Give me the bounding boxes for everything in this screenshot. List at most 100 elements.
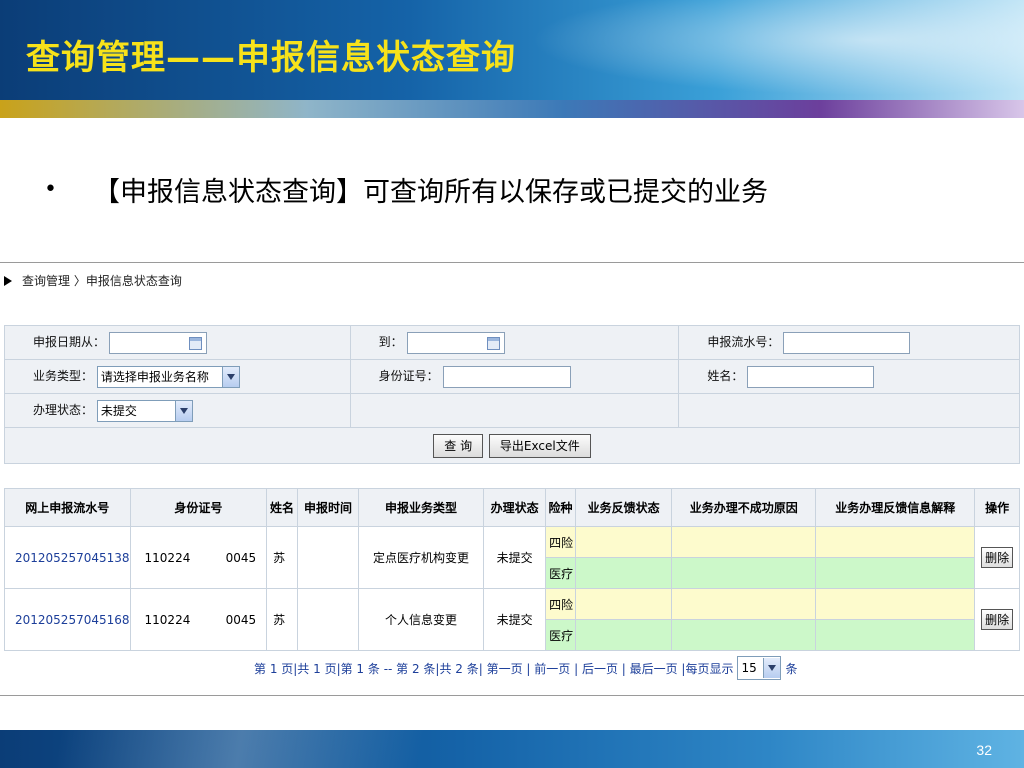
footer-shine — [0, 730, 600, 768]
bullet-text: 【申报信息状态查询】可查询所有以保存或已提交的业务 — [92, 177, 768, 208]
name-label: 姓名： — [707, 369, 744, 383]
pagination-links[interactable]: 第 1 页|共 1 页|第 1 条 -- 第 2 条|共 2 条| 第一页 | … — [254, 660, 733, 677]
chevron-down-icon[interactable] — [174, 400, 192, 421]
feedback-info-cell — [815, 619, 976, 651]
table-header-row: 网上申报流水号 身份证号 姓名 申报时间 申报业务类型 办理状态 险种 业务反馈… — [4, 488, 1020, 527]
action-cell: 删除 — [974, 588, 1020, 651]
name-cell: 姓名： — [678, 359, 1020, 394]
feedback-status-cell — [574, 557, 673, 589]
page-size-select[interactable]: 15 — [737, 656, 782, 680]
status-value: 未提交 — [100, 404, 137, 418]
header-color-strip — [0, 100, 1024, 118]
insurance-cell: 医疗 — [545, 557, 576, 589]
time-cell — [296, 526, 360, 589]
table-row: 201205257045168 110224 0045 苏 个人信息变更 未提交… — [4, 588, 1020, 651]
chevron-down-icon[interactable] — [763, 658, 781, 678]
id-cell: 110224 0045 — [129, 588, 268, 651]
id-part-a: 110224 — [144, 550, 191, 565]
biz-type-cell: 个人信息变更 — [358, 588, 485, 651]
date-to-input[interactable] — [406, 331, 505, 354]
button-row: 查 询 导出Excel文件 — [4, 427, 1020, 464]
slide-title: 查询管理——申报信息状态查询 — [26, 38, 516, 78]
header-action: 操作 — [974, 488, 1020, 527]
bullet-point: • 【申报信息状态查询】可查询所有以保存或已提交的业务 — [44, 170, 768, 209]
action-cell: 删除 — [974, 526, 1020, 589]
empty-cell — [678, 393, 1020, 428]
flow-no-cell: 申报流水号： — [678, 325, 1020, 360]
feedback-status-cell — [574, 526, 673, 558]
id-cell: 110224 0045 — [129, 526, 268, 589]
table-row: 201205257045138 110224 0045 苏 定点医疗机构变更 未… — [4, 526, 1020, 589]
insurance-cell: 医疗 — [545, 619, 576, 651]
id-label: 身份证号： — [378, 369, 439, 383]
slide-footer: 32 — [0, 730, 1024, 768]
status-select[interactable]: 未提交 — [96, 399, 193, 422]
breadcrumb: 查询管理 〉申报信息状态查询 — [4, 272, 182, 289]
flow-no-label: 申报流水号： — [707, 335, 780, 349]
insurance-cell: 四险 — [545, 588, 576, 620]
date-from-input[interactable] — [108, 331, 207, 354]
export-excel-button[interactable]: 导出Excel文件 — [488, 433, 591, 458]
triangle-right-icon — [4, 275, 12, 286]
id-part-a: 110224 — [144, 612, 191, 627]
biz-type-select[interactable]: 请选择申报业务名称 — [96, 365, 240, 388]
biz-type-value: 请选择申报业务名称 — [100, 370, 209, 384]
header-time: 申报时间 — [296, 488, 360, 527]
id-part-b: 0045 — [225, 550, 257, 565]
biz-type-cell: 定点医疗机构变更 — [358, 526, 485, 589]
status-label: 办理状态： — [33, 403, 94, 417]
id-part-b: 0045 — [225, 612, 257, 627]
flow-no-link[interactable]: 201205257045168 — [4, 588, 131, 651]
insurance-cell: 四险 — [545, 526, 576, 558]
app-screenshot: 查询管理 〉申报信息状态查询 申报日期从： 到： 申报流水号： 业务类型： 请选… — [0, 262, 1024, 696]
fail-reason-cell — [671, 526, 817, 558]
header-name: 姓名 — [266, 488, 298, 527]
fail-reason-cell — [671, 588, 817, 620]
breadcrumb-text[interactable]: 查询管理 〉申报信息状态查询 — [22, 272, 182, 289]
flow-no-link[interactable]: 201205257045138 — [4, 526, 131, 589]
status-cell: 未提交 — [483, 588, 547, 651]
pagination: 第 1 页|共 1 页|第 1 条 -- 第 2 条|共 2 条| 第一页 | … — [254, 656, 798, 680]
name-input[interactable] — [747, 365, 875, 388]
feedback-status-cell — [574, 619, 673, 651]
delete-button[interactable]: 删除 — [981, 609, 1014, 630]
flow-no-input[interactable] — [783, 331, 911, 354]
biz-type-label: 业务类型： — [33, 369, 94, 383]
name-cell: 苏 — [266, 526, 298, 589]
date-to-cell: 到： — [349, 325, 680, 360]
header-feedback-status: 业务反馈状态 — [574, 488, 673, 527]
empty-cell — [349, 393, 680, 428]
header-fail-reason: 业务办理不成功原因 — [671, 488, 817, 527]
header-feedback-info: 业务办理反馈信息解释 — [815, 488, 976, 527]
header-status: 办理状态 — [483, 488, 547, 527]
bullet-dot-icon: • — [44, 177, 57, 202]
name-cell: 苏 — [266, 588, 298, 651]
page-size-value: 15 — [741, 661, 757, 675]
header-biz-type: 申报业务类型 — [358, 488, 485, 527]
feedback-info-cell — [815, 526, 976, 558]
page-size-unit: 条 — [785, 661, 798, 676]
date-from-label: 申报日期从： — [33, 335, 106, 349]
feedback-status-cell — [574, 588, 673, 620]
slide-header: 查询管理——申报信息状态查询 — [0, 0, 1024, 118]
search-form: 申报日期从： 到： 申报流水号： 业务类型： 请选择申报业务名称 身份证号： 姓… — [4, 325, 1020, 464]
status-cell: 办理状态： 未提交 — [4, 393, 351, 428]
chevron-down-icon[interactable] — [221, 366, 239, 387]
header-id: 身份证号 — [129, 488, 268, 527]
id-input[interactable] — [442, 365, 571, 388]
query-button[interactable]: 查 询 — [433, 433, 484, 458]
results-table: 网上申报流水号 身份证号 姓名 申报时间 申报业务类型 办理状态 险种 业务反馈… — [4, 488, 1020, 651]
id-cell: 身份证号： — [349, 359, 680, 394]
feedback-info-cell — [815, 588, 976, 620]
calendar-icon[interactable] — [188, 336, 202, 350]
header-flow-no: 网上申报流水号 — [4, 488, 131, 527]
header-glow — [504, 0, 1024, 100]
fail-reason-cell — [671, 619, 817, 651]
fail-reason-cell — [671, 557, 817, 589]
calendar-icon[interactable] — [486, 336, 500, 350]
delete-button[interactable]: 删除 — [981, 547, 1014, 568]
feedback-info-cell — [815, 557, 976, 589]
biz-type-cell: 业务类型： 请选择申报业务名称 — [4, 359, 351, 394]
date-to-label: 到： — [378, 335, 403, 349]
date-from-cell: 申报日期从： — [4, 325, 351, 360]
